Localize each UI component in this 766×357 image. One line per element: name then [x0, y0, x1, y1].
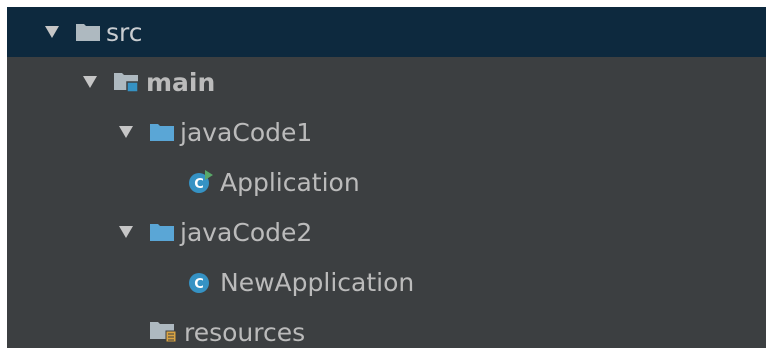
class-icon: C	[187, 269, 215, 295]
expand-arrow-icon[interactable]	[115, 221, 137, 243]
tree-node-resources[interactable]: resources	[7, 307, 766, 357]
tree-node-label: main	[146, 67, 216, 97]
tree-node-src[interactable]: src	[7, 7, 766, 57]
tree-node-javacode2[interactable]: javaCode2	[7, 207, 766, 257]
svg-text:C: C	[194, 177, 204, 192]
tree-node-javacode1[interactable]: javaCode1	[7, 107, 766, 157]
svg-text:C: C	[194, 277, 204, 292]
folder-icon	[75, 22, 101, 42]
tree-node-label: Application	[220, 167, 360, 197]
tree-node-label: src	[106, 17, 143, 47]
package-folder-icon	[149, 122, 175, 142]
resources-folder-icon	[149, 320, 179, 344]
tree-node-main[interactable]: main	[7, 57, 766, 107]
expand-arrow-icon[interactable]	[79, 71, 101, 93]
expand-arrow-icon[interactable]	[41, 21, 63, 43]
tree-node-label: resources	[184, 317, 306, 347]
tree-node-newapplication[interactable]: C NewApplication	[7, 257, 766, 307]
source-root-folder-icon	[113, 71, 141, 93]
tree-node-label: javaCode1	[180, 117, 313, 147]
tree-node-label: NewApplication	[220, 267, 415, 297]
tree-node-label: javaCode2	[180, 217, 313, 247]
project-tree: src main javaCode1 C Application javaCod…	[7, 7, 766, 348]
package-folder-icon	[149, 222, 175, 242]
tree-node-application[interactable]: C Application	[7, 157, 766, 207]
expand-arrow-icon[interactable]	[115, 121, 137, 143]
runnable-class-icon: C	[187, 169, 215, 195]
